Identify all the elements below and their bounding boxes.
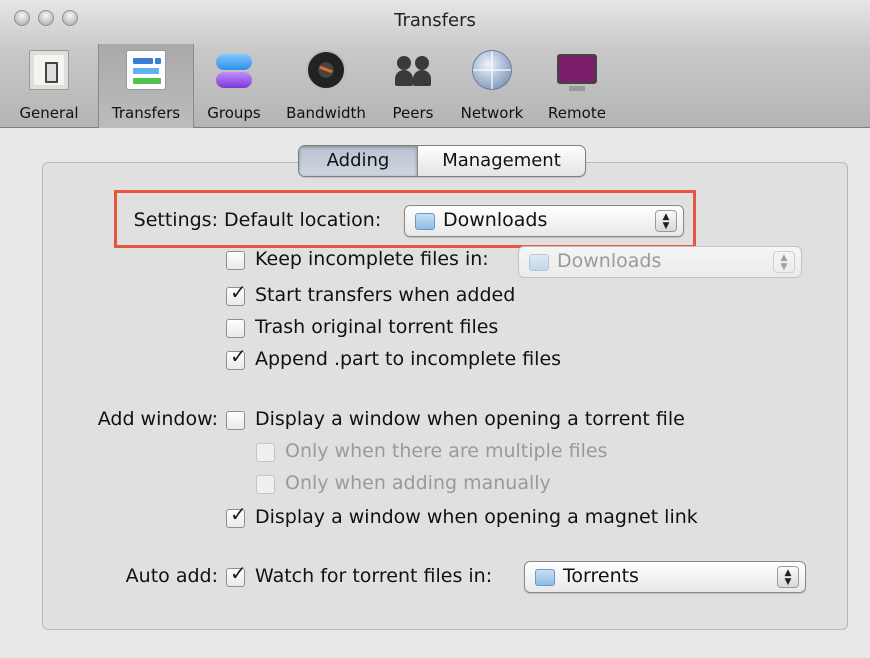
general-switch-icon: [29, 50, 69, 90]
keep-incomplete-value: Downloads: [557, 250, 662, 272]
transfers-icon: [126, 50, 166, 90]
only-adding-manually-checkbox[interactable]: [256, 475, 275, 494]
toolbar-item-groups[interactable]: Groups: [194, 44, 274, 128]
watch-torrent-files-checkbox[interactable]: ✓: [226, 563, 247, 587]
highlight-box: [114, 190, 696, 248]
toolbar-item-general[interactable]: General: [0, 44, 98, 128]
start-transfers-checkbox[interactable]: ✓: [226, 282, 247, 306]
keep-incomplete-label: Keep incomplete files in:: [255, 248, 489, 270]
peers-icon: [393, 50, 433, 90]
trash-original-checkbox[interactable]: [226, 319, 245, 338]
toolbar-item-bandwidth[interactable]: Bandwidth: [274, 44, 378, 128]
bandwidth-gauge-icon: [306, 50, 346, 90]
popup-arrows-icon: ▲ ▼: [777, 566, 799, 588]
window-title: Transfers: [394, 10, 476, 31]
toolbar-item-peers[interactable]: Peers: [378, 44, 448, 128]
toolbar-item-label: Network: [460, 104, 524, 122]
display-torrent-window-checkbox[interactable]: [226, 411, 245, 430]
toolbar-item-remote[interactable]: Remote: [536, 44, 618, 128]
only-multiple-files-checkbox[interactable]: [256, 443, 275, 462]
folder-icon: [529, 254, 549, 271]
keep-incomplete-popup[interactable]: Downloads ▲ ▼: [518, 246, 802, 278]
only-multiple-files-label: Only when there are multiple files: [285, 440, 608, 462]
preferences-window: Transfers General Transfers Groups Bandw…: [0, 0, 870, 658]
toolbar: Transfers General Transfers Groups Bandw…: [0, 0, 870, 128]
trash-original-label: Trash original torrent files: [255, 316, 499, 338]
start-transfers-label: Start transfers when added: [255, 284, 516, 306]
folder-icon: [535, 569, 555, 586]
popup-arrows-icon: ▲ ▼: [773, 251, 795, 273]
tab-control: Adding Management: [298, 145, 586, 177]
remote-monitor-icon: [557, 54, 597, 91]
toolbar-item-label: Transfers: [111, 104, 181, 122]
toolbar-item-label: Bandwidth: [286, 104, 366, 122]
only-adding-manually-label: Only when adding manually: [285, 472, 551, 494]
display-magnet-window-label: Display a window when opening a magnet l…: [255, 506, 698, 528]
display-torrent-window-label: Display a window when opening a torrent …: [255, 408, 685, 430]
toolbar-item-network[interactable]: Network: [448, 44, 536, 128]
toolbar-item-label: Remote: [548, 104, 606, 122]
display-magnet-window-checkbox[interactable]: ✓: [226, 504, 247, 528]
groups-icon: [214, 50, 254, 90]
toolbar-item-label: Groups: [207, 104, 261, 122]
append-part-label: Append .part to incomplete files: [255, 348, 562, 370]
add-window-section-label: Add window:: [97, 408, 218, 430]
auto-add-section-label: Auto add:: [125, 565, 218, 587]
tab-adding[interactable]: Adding: [299, 146, 417, 176]
toolbar-item-transfers[interactable]: Transfers: [98, 44, 194, 128]
tab-management[interactable]: Management: [417, 146, 585, 176]
watch-torrent-files-label: Watch for torrent files in:: [255, 565, 493, 587]
toolbar-item-label: General: [19, 104, 79, 122]
append-part-checkbox[interactable]: ✓: [226, 346, 247, 370]
keep-incomplete-checkbox[interactable]: [226, 251, 245, 270]
toolbar-item-label: Peers: [392, 104, 434, 122]
network-globe-icon: [472, 50, 512, 90]
watch-folder-value: Torrents: [563, 565, 639, 587]
watch-folder-popup[interactable]: Torrents ▲ ▼: [524, 561, 806, 593]
